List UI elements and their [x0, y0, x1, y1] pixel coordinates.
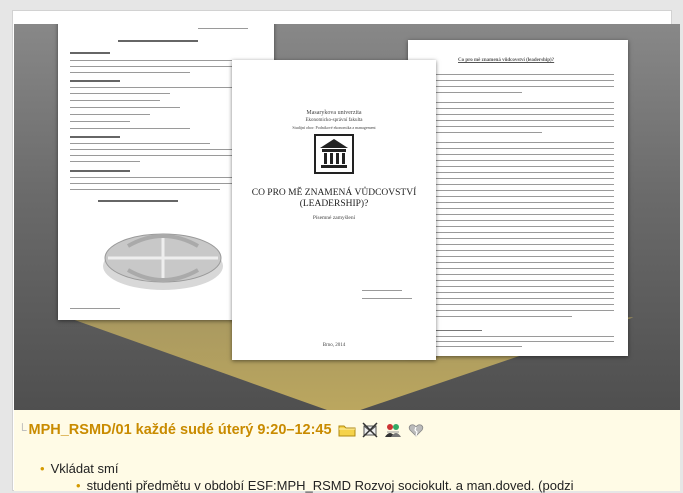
document-city-year: Brno, 2014 [322, 343, 346, 348]
list-item: • Vkládat smí [40, 461, 118, 476]
bullet-icon: • [40, 461, 45, 476]
page3-heading: Co pro mě znamená vůdcovství (leadership… [458, 58, 555, 63]
mail-blocked-icon[interactable] [362, 422, 378, 438]
tree-corner-icon: └ [18, 423, 27, 437]
university-name: Masarykova univerzita [306, 110, 362, 116]
course-icons [338, 422, 424, 438]
broken-heart-icon[interactable] [408, 423, 424, 437]
leadership-diagram-icon [103, 233, 223, 290]
document-page-2: Masarykova univerzita Ekonomicko-správní… [232, 60, 436, 360]
folder-icon[interactable] [338, 423, 356, 437]
course-line: └ MPH_RSMD/01 každé sudé úterý 9:20–12:4… [18, 422, 424, 438]
document-subtitle: Písemné zamyšlení [312, 215, 356, 221]
course-link[interactable]: MPH_RSMD/01 každé sudé úterý 9:20–12:45 [29, 422, 332, 438]
department-name: Studijní obor: Podnikové ekonomika a man… [292, 125, 376, 130]
document-page-3: Co pro mě znamená vůdcovství (leadership… [408, 40, 628, 356]
faculty-name: Ekonomicko-správní fakulta [305, 118, 363, 123]
document-title: CO PRO MĚ ZNAMENÁ VŮDCOVSTVÍ (LEADERSHIP… [251, 188, 417, 209]
university-logo-icon [314, 134, 354, 174]
group-icon[interactable] [384, 422, 402, 438]
document-preview[interactable]: Masarykova univerzita Ekonomicko-správní… [14, 24, 680, 410]
list-item-label: Vkládat smí [50, 461, 119, 476]
